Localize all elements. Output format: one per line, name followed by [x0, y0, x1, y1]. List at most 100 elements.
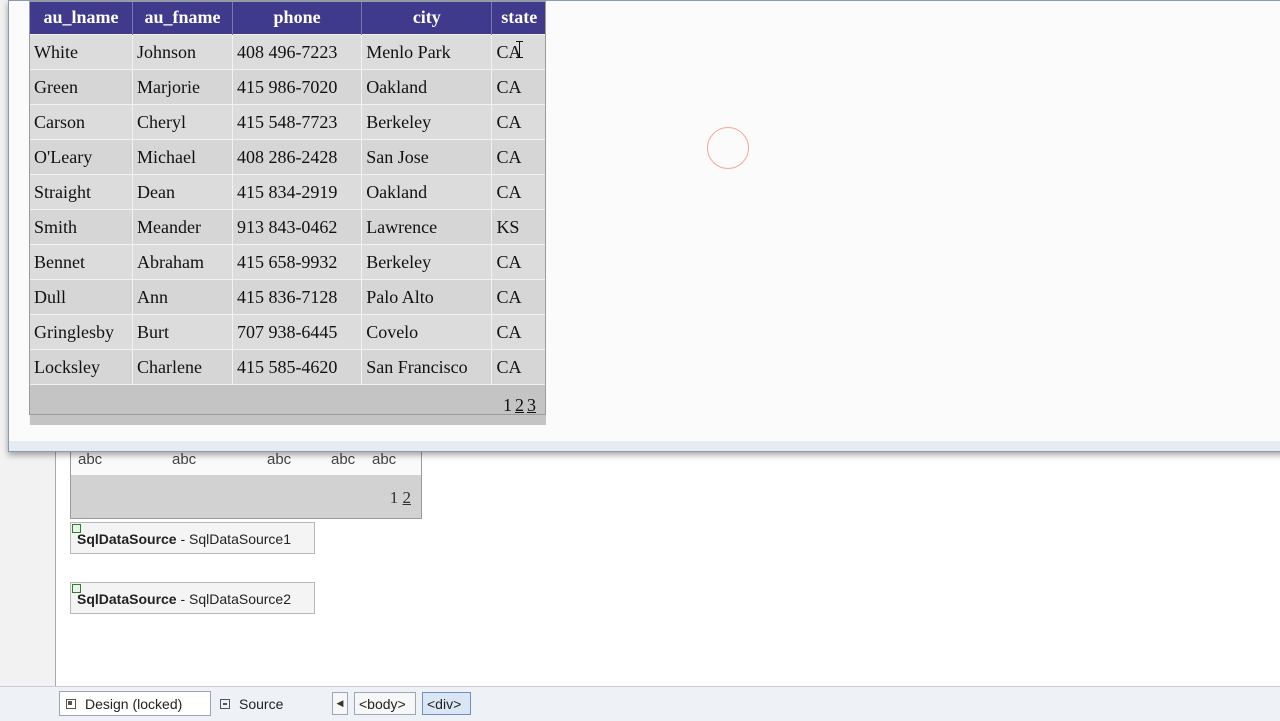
pager-link-2[interactable]: 2: [515, 395, 524, 415]
table-row: O'Leary Michael 408 286-2428 San Jose CA: [29, 139, 546, 175]
cell-state: CA: [491, 174, 546, 210]
cell-au-lname: Locksley: [29, 349, 133, 385]
cell-au-fname: Charlene: [131, 349, 233, 385]
cell-au-lname: Carson: [29, 104, 133, 140]
browser-content: au_lname au_fname phone city state White…: [9, 1, 1280, 441]
cell-phone: 707 938-6445: [231, 314, 362, 350]
pager-row: 123: [29, 384, 546, 425]
cell-au-lname: Straight: [29, 174, 133, 210]
column-header-phone: phone: [231, 1, 362, 35]
table-row: Green Marjorie 415 986-7020 Oakland CA: [29, 69, 546, 105]
column-header-au-lname: au_lname: [29, 1, 133, 35]
click-indicator-ring: [707, 127, 749, 169]
datasource-id: SqlDataSource1: [189, 531, 291, 547]
cell-phone: 408 286-2428: [231, 139, 362, 175]
placeholder-cell: abc: [78, 451, 103, 468]
cell-phone: 415 585-4620: [231, 349, 362, 385]
cell-au-fname: Ann: [131, 279, 233, 315]
header-row: au_lname au_fname phone city state: [29, 1, 546, 35]
pager-link-3[interactable]: 3: [527, 395, 536, 415]
column-header-city: city: [361, 1, 492, 35]
placeholder-cell: abc: [331, 451, 356, 468]
cell-au-lname: Bennet: [29, 244, 133, 280]
cell-phone: 415 658-9932: [231, 244, 362, 280]
sqldatasource2-control[interactable]: SqlDataSource - SqlDataSource2: [70, 582, 315, 614]
cell-au-fname: Meander: [131, 209, 233, 245]
design-grid-pager: 1 2: [71, 475, 421, 518]
breadcrumb-div[interactable]: <div>: [422, 692, 471, 715]
cell-au-fname: Abraham: [131, 244, 233, 280]
cell-au-fname: Dean: [131, 174, 233, 210]
cell-phone: 415 986-7020: [231, 69, 362, 105]
cell-phone: 415 834-2919: [231, 174, 362, 210]
cell-state: CA: [491, 349, 546, 385]
column-header-au-fname: au_fname: [131, 1, 233, 35]
cell-city: Oakland: [361, 69, 492, 105]
cell-city: Palo Alto: [361, 279, 492, 315]
breadcrumb-body[interactable]: <body>: [354, 692, 416, 715]
browser-window: au_lname au_fname phone city state White…: [8, 0, 1280, 452]
table-row: Carson Cheryl 415 548-7723 Berkeley CA: [29, 104, 546, 140]
cell-state: CA: [491, 244, 546, 280]
cell-au-lname: White: [29, 34, 133, 70]
browser-window-frame: [9, 441, 1280, 451]
cell-state: CA: [491, 104, 546, 140]
cell-state: CA: [491, 69, 546, 105]
datasource-id: SqlDataSource2: [189, 591, 291, 607]
cell-au-lname: Green: [29, 69, 133, 105]
cell-city: San Jose: [361, 139, 492, 175]
cell-au-fname: Burt: [131, 314, 233, 350]
cell-state: CA: [491, 314, 546, 350]
authors-gridview: au_lname au_fname phone city state White…: [29, 1, 546, 425]
cell-au-fname: Marjorie: [131, 69, 233, 105]
cell-city: Menlo Park: [361, 34, 492, 70]
cell-city: Covelo: [361, 314, 492, 350]
tab-source-label: Source: [239, 695, 284, 712]
pager-link-2[interactable]: 2: [403, 488, 412, 507]
cell-city: Lawrence: [361, 209, 492, 245]
table-row: Dull Ann 415 836-7128 Palo Alto CA: [29, 279, 546, 315]
cell-state: CA: [491, 279, 546, 315]
cell-state: KS: [491, 209, 546, 245]
cell-au-lname: Gringlesby: [29, 314, 133, 350]
datasource-separator: -: [176, 531, 190, 547]
design-gridview[interactable]: abc abc abc abc abc 1 2: [70, 444, 422, 519]
column-header-state: state: [491, 1, 546, 35]
breadcrumb-back-arrow-icon[interactable]: ◀: [332, 692, 348, 715]
placeholder-cell: abc: [372, 451, 397, 468]
datasource-type: SqlDataSource: [77, 531, 177, 547]
placeholder-cell: abc: [267, 451, 292, 468]
cell-city: Oakland: [361, 174, 492, 210]
pager-current: 1: [389, 488, 399, 507]
cell-au-lname: Smith: [29, 209, 133, 245]
cell-au-fname: Michael: [131, 139, 233, 175]
cell-city: Berkeley: [361, 104, 492, 140]
table-row: Bennet Abraham 415 658-9932 Berkeley CA: [29, 244, 546, 280]
tab-design-label: Design (locked): [85, 695, 183, 712]
cell-phone: 415 836-7128: [231, 279, 362, 315]
tab-source[interactable]: Source: [216, 691, 306, 716]
table-row: Smith Meander 913 843-0462 Lawrence KS: [29, 209, 546, 245]
cell-phone: 415 548-7723: [231, 104, 362, 140]
cell-phone: 408 496-7223: [231, 34, 362, 70]
table-row: Locksley Charlene 415 585-4620 San Franc…: [29, 349, 546, 385]
datasource-separator: -: [176, 591, 190, 607]
cell-phone: 913 843-0462: [231, 209, 362, 245]
design-grid-placeholder-row: abc abc abc abc abc: [71, 451, 421, 473]
source-view-icon: [220, 698, 230, 709]
cell-au-fname: Johnson: [131, 34, 233, 70]
text-cursor-icon: [516, 41, 523, 58]
pager: 123: [29, 384, 546, 425]
cell-au-lname: O'Leary: [29, 139, 133, 175]
tab-design[interactable]: Design (locked): [59, 691, 211, 716]
cell-state: CA: [491, 139, 546, 175]
table-row: Straight Dean 415 834-2919 Oakland CA: [29, 174, 546, 210]
sqldatasource1-control[interactable]: SqlDataSource - SqlDataSource1: [70, 522, 315, 554]
cell-city: San Francisco: [361, 349, 492, 385]
pager-current: 1: [503, 394, 512, 415]
datasource-type: SqlDataSource: [77, 591, 177, 607]
table-row: White Johnson 408 496-7223 Menlo Park CA: [29, 34, 546, 70]
cell-city: Berkeley: [361, 244, 492, 280]
placeholder-cell: abc: [172, 451, 197, 468]
table-row: Gringlesby Burt 707 938-6445 Covelo CA: [29, 314, 546, 350]
